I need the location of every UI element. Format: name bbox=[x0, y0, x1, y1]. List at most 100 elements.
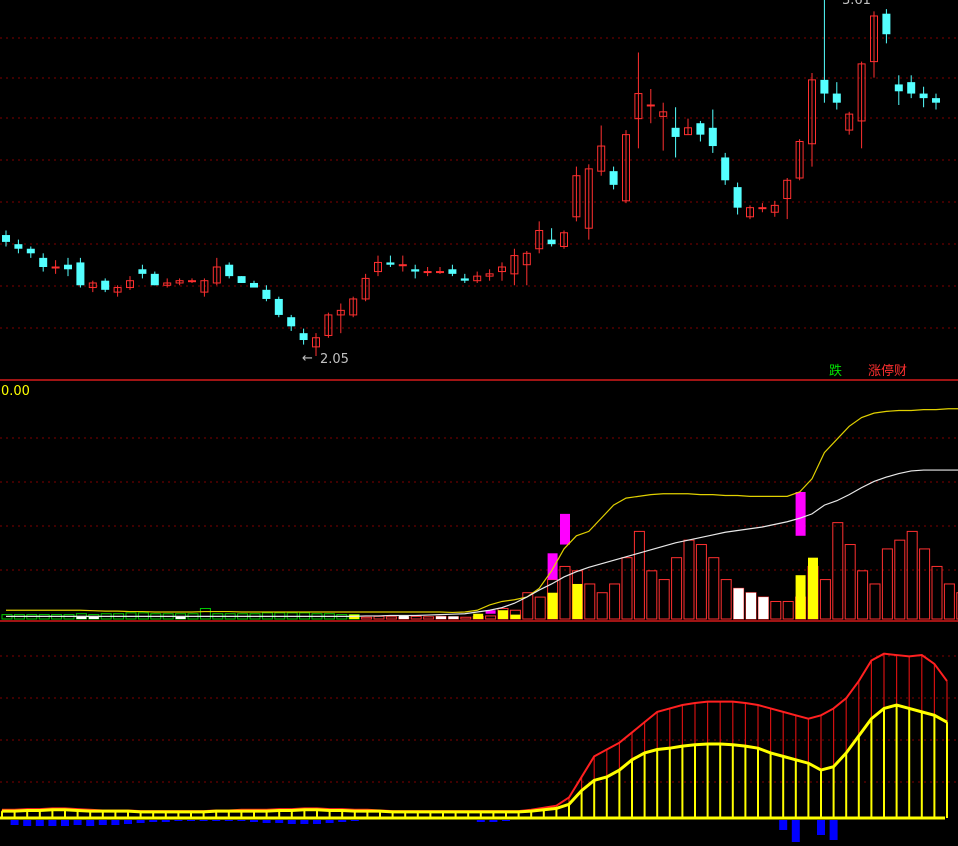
candle-body-up bbox=[51, 266, 60, 269]
volume-bar-red bbox=[385, 616, 397, 620]
stock-chart: 3.61 ← 2.05 跌 涨停财 0.00 bbox=[0, 0, 958, 842]
candle-body-down bbox=[250, 282, 258, 288]
candle-body-up bbox=[646, 104, 655, 107]
volume-bar-yellow bbox=[547, 592, 558, 619]
indicator-blue-bar bbox=[111, 820, 120, 825]
volume-bar-red bbox=[695, 544, 707, 620]
candle-body-down bbox=[225, 264, 234, 277]
volume-bar-red bbox=[919, 548, 931, 620]
candle-body-down bbox=[721, 157, 730, 181]
volume-bar-red bbox=[373, 615, 385, 620]
indicator-blue-bar bbox=[124, 820, 132, 824]
volume-panel bbox=[1, 408, 958, 620]
indicator-red-line bbox=[2, 652, 948, 813]
volume-bar-white bbox=[88, 616, 99, 619]
indicator-panel bbox=[0, 652, 948, 842]
candle-body-down bbox=[138, 269, 147, 274]
indicator-yellow-line bbox=[2, 703, 948, 814]
limit-up-badge[interactable]: 涨停财 bbox=[868, 363, 907, 379]
candle-body-down bbox=[39, 257, 48, 267]
indicator-blue-bar bbox=[149, 820, 158, 822]
candle-body-down bbox=[932, 98, 940, 103]
candle-body-down bbox=[386, 262, 395, 265]
volume-bar-yellow bbox=[572, 583, 583, 619]
volume-bar-red bbox=[770, 600, 782, 620]
candle-body-down bbox=[299, 333, 308, 341]
indicator-blue-bar bbox=[287, 820, 296, 824]
volume-bar-red bbox=[646, 570, 658, 620]
volume-bar-red bbox=[423, 616, 435, 620]
candle-body-down bbox=[26, 248, 35, 254]
candle-body-down bbox=[64, 264, 72, 270]
volume-bar-yellow bbox=[473, 613, 484, 619]
candle-body-up bbox=[188, 280, 196, 283]
indicator-blue-bar bbox=[35, 820, 44, 826]
volume-bar-red bbox=[906, 530, 918, 620]
indicator-blue-bar bbox=[23, 820, 32, 826]
volume-bar-green bbox=[199, 607, 211, 620]
chart-stage: 3.61 ← 2.05 跌 涨停财 0.00 bbox=[0, 0, 958, 846]
indicator-blue-bar bbox=[338, 820, 347, 822]
volume-bar-red bbox=[869, 583, 881, 620]
indicator-blue-bar bbox=[48, 820, 57, 826]
candle-body-down bbox=[671, 127, 680, 137]
candle-body-down bbox=[919, 93, 928, 99]
indicator-blue-bar bbox=[212, 820, 221, 821]
volume-bar-yellow bbox=[498, 610, 508, 619]
candle-body-down bbox=[696, 123, 705, 135]
low-price-label: 2.05 bbox=[320, 352, 349, 367]
volume-bar-red bbox=[782, 600, 794, 620]
volume-bar-red bbox=[857, 570, 869, 620]
volume-bar-magenta bbox=[560, 513, 570, 545]
volume-bar-white bbox=[746, 592, 756, 619]
volume-bar-red bbox=[658, 579, 670, 620]
volume-bar-red bbox=[584, 583, 596, 620]
volume-bar-red bbox=[708, 557, 720, 620]
indicator-blue-bar bbox=[779, 820, 788, 830]
indicator-blue-bar bbox=[187, 820, 195, 821]
volume-bar-red bbox=[894, 539, 906, 620]
volume-bar-red bbox=[931, 565, 943, 620]
candle-body-down bbox=[733, 187, 742, 208]
volume-bar-red bbox=[943, 583, 955, 620]
indicator-blue-bar bbox=[829, 820, 838, 840]
candle-body-down bbox=[907, 82, 916, 94]
volume-bar-red bbox=[460, 616, 472, 620]
candle-body-down bbox=[820, 79, 829, 94]
volume-bar-red bbox=[534, 596, 546, 620]
indicator-blue-bar bbox=[250, 820, 258, 822]
low-price-arrow: ← bbox=[302, 351, 313, 366]
volume-bar-red bbox=[559, 565, 571, 620]
indicator-blue-bar bbox=[313, 820, 321, 824]
volume-bar-red bbox=[596, 592, 608, 620]
down-badge[interactable]: 跌 bbox=[829, 363, 842, 379]
indicator-blue-bar bbox=[237, 820, 246, 821]
volume-bar-white bbox=[436, 616, 446, 619]
volume-bar-red bbox=[844, 544, 856, 620]
candle-body-down bbox=[287, 317, 296, 327]
candle-body-down bbox=[882, 13, 891, 35]
candle-body-down bbox=[76, 262, 85, 286]
candle-body-down bbox=[460, 278, 469, 281]
candlestick-panel bbox=[2, 0, 940, 356]
indicator-blue-bar bbox=[61, 820, 69, 826]
candle-body-down bbox=[2, 235, 10, 242]
volume-bar-magenta bbox=[547, 553, 558, 580]
candle-body-down bbox=[237, 276, 246, 283]
candle-body-down bbox=[448, 269, 457, 274]
indicator-blue-bar bbox=[300, 820, 309, 824]
candle-body-up bbox=[423, 271, 432, 274]
candle-body-down bbox=[832, 93, 841, 103]
candle-body-down bbox=[894, 84, 903, 92]
candle-body-down bbox=[274, 298, 283, 315]
indicator-blue-bar bbox=[174, 820, 183, 821]
indicator-blue-bar bbox=[791, 820, 800, 842]
volume-bar-red bbox=[609, 583, 621, 620]
volume-bar-yellow bbox=[808, 557, 818, 619]
indicator-blue-bar bbox=[262, 820, 271, 823]
volume-bar-yellow bbox=[795, 575, 806, 619]
indicator-blue-bar bbox=[136, 820, 145, 823]
candle-body-up bbox=[436, 271, 444, 274]
candle-body-up bbox=[398, 264, 407, 267]
indicator-blue-bar bbox=[98, 820, 107, 825]
